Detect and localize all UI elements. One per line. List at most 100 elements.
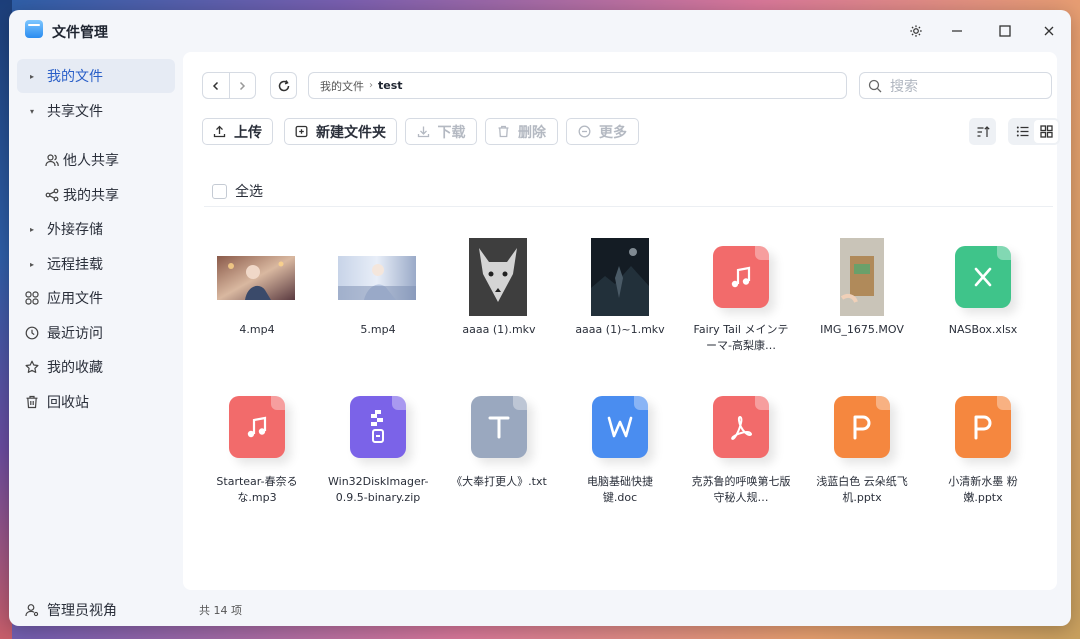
admin-view-label: 管理员视角 xyxy=(47,603,117,619)
maximize-button[interactable] xyxy=(993,20,1017,42)
grid-view-button[interactable] xyxy=(1034,120,1058,143)
video-thumbnail xyxy=(217,256,295,300)
item-count: 共 14 项 xyxy=(199,603,242,617)
sidebar-item-my-files[interactable]: ▸ 我的文件 xyxy=(17,59,175,93)
file-name: 电脑基础快捷键.doc xyxy=(587,475,653,504)
trash-icon xyxy=(497,125,510,138)
upload-button[interactable]: 上传 xyxy=(202,118,273,145)
refresh-button[interactable] xyxy=(270,72,297,99)
sidebar-item-my-shares[interactable]: 我的共享 xyxy=(41,178,175,212)
file-name: 小清新水墨 粉嫩.pptx xyxy=(948,475,1018,504)
refresh-icon xyxy=(278,79,289,91)
admin-view-button[interactable]: 管理员视角 xyxy=(25,600,117,620)
close-button[interactable] xyxy=(1037,20,1061,42)
breadcrumb-root[interactable]: 我的文件 xyxy=(320,78,364,94)
upload-icon xyxy=(213,125,226,138)
excel-file-icon xyxy=(955,246,1011,308)
file-name: aaaa (1)~1.mkv xyxy=(575,323,665,336)
sort-icon xyxy=(977,125,990,137)
caret-right-icon: ▸ xyxy=(29,224,34,234)
app-icon xyxy=(25,20,43,38)
settings-button[interactable] xyxy=(904,20,928,42)
share-icon xyxy=(41,188,63,202)
checkbox[interactable] xyxy=(212,183,227,199)
file-name: Startear-春奈るな.mp3 xyxy=(216,475,298,504)
breadcrumb-current: test xyxy=(378,79,403,92)
music-file-icon xyxy=(229,396,285,458)
ppt-file-icon xyxy=(955,396,1011,458)
sidebar-item-remote-mount[interactable]: ▸ 远程挂载 xyxy=(17,247,175,281)
sidebar-item-shared-with-me[interactable]: 他人共享 xyxy=(41,143,175,177)
sidebar-item-recycle-bin[interactable]: 回收站 xyxy=(17,385,175,419)
file-name: NASBox.xlsx xyxy=(948,323,1018,336)
forward-button[interactable] xyxy=(230,73,256,98)
title-bar: 文件管理 xyxy=(9,10,1071,52)
search-icon xyxy=(868,79,882,92)
grid-icon xyxy=(1039,125,1053,138)
download-button[interactable]: 下载 xyxy=(405,118,477,145)
sidebar: ▸ 我的文件 ▾ 共享文件 他人共享 我的共享 ▸ 外接存储 ▸ 远程挂载 应用… xyxy=(9,52,183,626)
caret-right-icon: ▸ xyxy=(29,71,34,81)
minimize-icon xyxy=(952,30,962,32)
more-icon xyxy=(578,125,591,138)
video-thumbnail xyxy=(338,256,416,300)
word-file-icon xyxy=(592,396,648,458)
video-thumbnail xyxy=(591,238,649,316)
breadcrumb-separator-icon: › xyxy=(369,80,373,91)
sidebar-item-app-files[interactable]: 应用文件 xyxy=(17,281,175,315)
file-name: Win32DiskImager-0.9.5-binary.zip xyxy=(328,475,429,504)
chevron-left-icon xyxy=(212,81,218,90)
list-view-button[interactable] xyxy=(1010,120,1034,143)
file-name: 5.mp4 xyxy=(360,323,396,336)
video-thumbnail xyxy=(469,238,527,316)
delete-button[interactable]: 删除 xyxy=(485,118,558,145)
close-icon xyxy=(1044,26,1054,36)
admin-user-icon xyxy=(25,603,39,617)
zip-file-icon xyxy=(350,396,406,458)
search-input[interactable] xyxy=(890,77,1040,94)
file-name: aaaa (1).mkv xyxy=(462,323,536,336)
file-name: 浅蓝白色 云朵纸飞机.pptx xyxy=(816,475,908,504)
file-manager-window: 文件管理 ▸ 我的文件 ▾ 共享文件 他人共享 我的共享 ▸ 外接存储 ▸ 远程… xyxy=(9,10,1071,626)
new-folder-button[interactable]: 新建文件夹 xyxy=(284,118,397,145)
sort-button[interactable] xyxy=(969,118,996,145)
search-box[interactable] xyxy=(859,72,1052,99)
breadcrumb[interactable]: 我的文件 › test xyxy=(308,72,847,99)
minimize-button[interactable] xyxy=(945,20,969,42)
ppt-file-icon xyxy=(834,396,890,458)
apps-icon xyxy=(17,291,47,305)
status-bar: 共 14 项 xyxy=(183,593,1057,626)
maximize-icon xyxy=(999,25,1011,37)
users-icon xyxy=(41,153,63,167)
file-name: Fairy Tail メインテーマ-高梨康… xyxy=(693,323,789,352)
back-button[interactable] xyxy=(203,73,230,98)
more-button[interactable]: 更多 xyxy=(566,118,639,145)
pdf-file-icon xyxy=(713,396,769,458)
sidebar-item-recent[interactable]: 最近访问 xyxy=(17,316,175,350)
sidebar-item-favorites[interactable]: 我的收藏 xyxy=(17,350,175,384)
main-panel: 我的文件 › test 上传 新建文件夹 下载 xyxy=(183,52,1060,590)
video-thumbnail xyxy=(840,238,884,316)
music-file-icon xyxy=(713,246,769,308)
file-name: IMG_1675.MOV xyxy=(820,323,904,336)
app-title: 文件管理 xyxy=(52,25,108,41)
trash-icon xyxy=(17,395,47,409)
gear-icon xyxy=(910,25,922,37)
select-all-checkbox[interactable]: 全选 xyxy=(212,181,263,201)
clock-icon xyxy=(17,326,47,340)
divider xyxy=(204,206,1053,207)
caret-down-icon: ▾ xyxy=(29,106,34,116)
chevron-right-icon xyxy=(240,81,246,90)
new-folder-icon xyxy=(295,125,308,138)
file-name: 克苏鲁的呼唤第七版守秘人规… xyxy=(691,475,791,504)
caret-right-icon: ▸ xyxy=(29,259,34,269)
download-icon xyxy=(417,125,430,138)
file-name: 4.mp4 xyxy=(239,323,275,336)
list-icon xyxy=(1016,126,1028,137)
view-toggle xyxy=(1008,118,1060,145)
sidebar-item-shared-files[interactable]: ▾ 共享文件 xyxy=(17,94,175,128)
history-nav xyxy=(202,72,256,99)
text-file-icon xyxy=(471,396,527,458)
sidebar-item-external-storage[interactable]: ▸ 外接存储 xyxy=(17,212,175,246)
file-name: 《大奉打更人》.txt xyxy=(451,475,547,488)
